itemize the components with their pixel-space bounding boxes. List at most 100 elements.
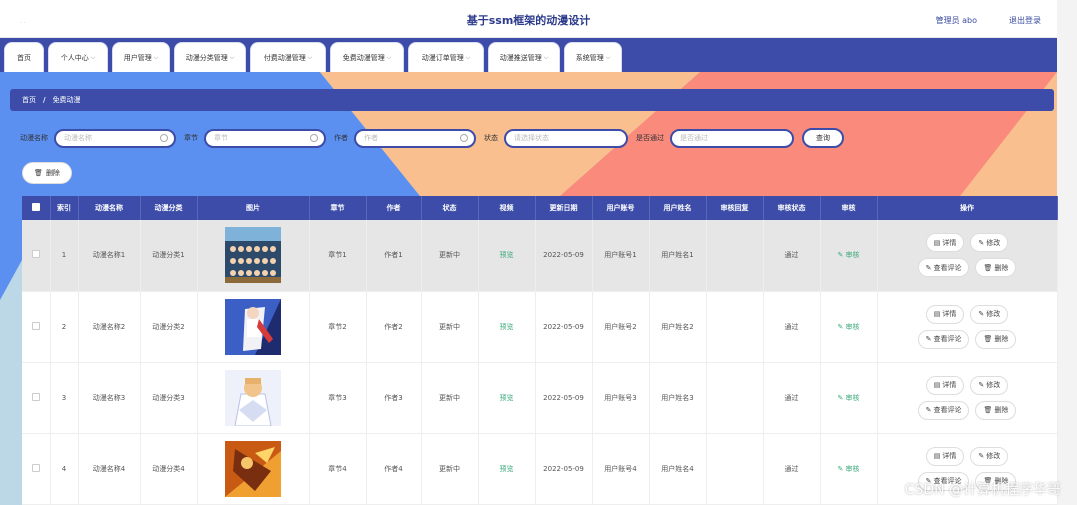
checkbox[interactable] bbox=[31, 392, 40, 401]
search-status-label: 状态 bbox=[484, 134, 498, 142]
search-approved-field: 是否通过 是否通过 bbox=[636, 128, 794, 148]
document-icon: ▤ bbox=[933, 452, 941, 460]
nav-paid-anime[interactable]: 付费动漫管理 ⌵ bbox=[250, 42, 326, 72]
row-select[interactable] bbox=[22, 291, 51, 363]
cell-account: 用户账号4 bbox=[592, 433, 650, 505]
cell-audit: ✎ 审核 bbox=[820, 291, 878, 363]
cell-category: 动漫分类4 bbox=[140, 433, 198, 505]
search-chapter-field: 章节 章节 bbox=[184, 128, 326, 148]
nav-user-management[interactable]: 用户管理 ⌵ bbox=[112, 42, 170, 72]
placeholder: 章节 bbox=[214, 134, 228, 142]
view-comments-button[interactable]: ✎ 查看评论 bbox=[917, 400, 970, 420]
trash-icon: 🗑 bbox=[983, 335, 993, 343]
edit-label: 修改 bbox=[986, 238, 1001, 247]
current-user: 管理员 abo bbox=[935, 16, 977, 25]
detail-button[interactable]: ▤ 详情 bbox=[925, 304, 965, 324]
cell-index: 1 bbox=[50, 220, 79, 292]
video-preview-link[interactable]: 预览 bbox=[500, 251, 514, 259]
cell-name: 动漫名称3 bbox=[78, 362, 141, 434]
search-approved-select[interactable]: 是否通过 bbox=[670, 128, 794, 148]
comments-label: 查看评论 bbox=[933, 263, 962, 272]
nav-system[interactable]: 系统管理 ⌵ bbox=[564, 42, 622, 72]
batch-delete-button[interactable]: 🗑 删除 bbox=[22, 162, 72, 184]
search-author-input[interactable]: 作者 bbox=[354, 128, 476, 148]
edit-icon: ✎ bbox=[978, 452, 985, 460]
audit-link[interactable]: ✎ 审核 bbox=[837, 323, 859, 331]
nav-label: 动漫订单管理 bbox=[421, 53, 464, 62]
audit-link[interactable]: ✎ 审核 bbox=[837, 394, 859, 402]
video-preview-link[interactable]: 预览 bbox=[500, 465, 514, 473]
cell-video: 预览 bbox=[478, 433, 536, 505]
view-comments-button[interactable]: ✎ 查看评论 bbox=[917, 258, 970, 278]
audit-link[interactable]: ✎ 审核 bbox=[837, 251, 859, 259]
row-select[interactable] bbox=[22, 433, 51, 505]
video-preview-link[interactable]: 预览 bbox=[500, 394, 514, 402]
document-icon: ▤ bbox=[933, 238, 941, 247]
edit-icon: ✎ bbox=[837, 393, 846, 402]
cell-username: 用户姓名3 bbox=[649, 362, 707, 434]
edit-button[interactable]: ✎ 修改 bbox=[970, 304, 1009, 324]
query-button[interactable]: 查询 bbox=[802, 128, 844, 148]
chevron-down-icon: ⌵ bbox=[386, 53, 392, 61]
header-cell: 动漫名称 bbox=[78, 196, 141, 220]
checkbox[interactable] bbox=[31, 250, 40, 259]
nav-push[interactable]: 动漫推送管理 ⌵ bbox=[488, 42, 560, 72]
search-chapter-input[interactable]: 章节 bbox=[204, 128, 326, 148]
checkbox[interactable] bbox=[31, 321, 40, 330]
delete-button[interactable]: 🗑 删除 bbox=[975, 258, 1017, 278]
cell-reply bbox=[706, 433, 764, 505]
nav-personal-center[interactable]: 个人中心 ⌵ bbox=[48, 42, 108, 72]
detail-label: 详情 bbox=[942, 381, 957, 389]
delete-label: 删除 bbox=[45, 169, 60, 177]
nav-orders[interactable]: 动漫订单管理 ⌵ bbox=[408, 42, 484, 72]
delete-label: 删除 bbox=[994, 263, 1009, 272]
view-comments-button[interactable]: ✎ 查看评论 bbox=[917, 329, 970, 349]
cell-index: 4 bbox=[50, 433, 79, 505]
delete-button[interactable]: 🗑 删除 bbox=[975, 329, 1017, 349]
header-cell: 状态 bbox=[421, 196, 479, 220]
search-name-input[interactable]: 动漫名称 bbox=[54, 128, 176, 148]
chevron-down-icon: ⌵ bbox=[307, 53, 313, 61]
cell-audit-status: 通过 bbox=[763, 362, 821, 434]
detail-button[interactable]: ▤ 详情 bbox=[925, 446, 965, 466]
header-select-all[interactable] bbox=[22, 196, 51, 220]
nav-free-anime[interactable]: 免费动漫管理 ⌵ bbox=[330, 42, 404, 72]
search-author-field: 作者 作者 bbox=[334, 128, 476, 148]
search-icon bbox=[160, 133, 168, 142]
checkbox[interactable] bbox=[31, 463, 40, 472]
checkbox[interactable] bbox=[31, 203, 40, 211]
edit-button[interactable]: ✎ 修改 bbox=[970, 446, 1009, 466]
cell-username: 用户姓名1 bbox=[649, 220, 707, 292]
cell-name: 动漫名称4 bbox=[78, 433, 141, 505]
edit-icon: ✎ bbox=[925, 263, 932, 272]
edit-button[interactable]: ✎ 修改 bbox=[970, 375, 1009, 395]
edit-icon: ✎ bbox=[837, 322, 846, 331]
detail-button[interactable]: ▤ 详情 bbox=[925, 233, 965, 253]
breadcrumb-home[interactable]: 首页 bbox=[22, 95, 36, 105]
cell-reply bbox=[706, 220, 764, 292]
nav-label: 用户管理 bbox=[123, 53, 152, 62]
delete-button[interactable]: 🗑 删除 bbox=[975, 400, 1017, 420]
row-select[interactable] bbox=[22, 220, 51, 292]
video-preview-link[interactable]: 预览 bbox=[500, 323, 514, 331]
search-chapter-label: 章节 bbox=[184, 134, 198, 142]
detail-label: 详情 bbox=[942, 310, 957, 318]
cell-author: 作者1 bbox=[366, 220, 422, 292]
cell-image bbox=[197, 220, 310, 292]
trash-icon: 🗑 bbox=[34, 169, 43, 177]
cell-reply bbox=[706, 291, 764, 363]
cell-name: 动漫名称1 bbox=[78, 220, 141, 292]
audit-link[interactable]: ✎ 审核 bbox=[837, 465, 859, 473]
search-status-select[interactable]: 请选择状态 bbox=[504, 128, 628, 148]
edit-button[interactable]: ✎ 修改 bbox=[970, 233, 1009, 253]
audit-label: 审核 bbox=[845, 251, 860, 260]
detail-button[interactable]: ▤ 详情 bbox=[925, 375, 965, 395]
detail-label: 详情 bbox=[942, 238, 957, 247]
nav-category-management[interactable]: 动漫分类管理 ⌵ bbox=[174, 42, 246, 72]
row-select[interactable] bbox=[22, 362, 51, 434]
cell-image bbox=[197, 433, 310, 505]
table-row: 2 动漫名称2 动漫分类2 章节2 作者2 更新中 预览 2022-05-09 … bbox=[22, 291, 1058, 363]
logout-link[interactable]: 退出登录 bbox=[1009, 15, 1041, 26]
nav-home[interactable]: 首页 bbox=[4, 42, 44, 72]
placeholder: 作者 bbox=[364, 134, 378, 142]
